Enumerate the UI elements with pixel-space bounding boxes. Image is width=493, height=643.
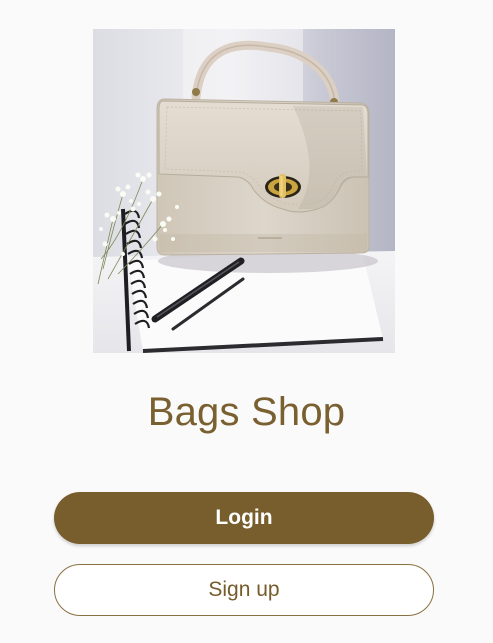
hero-image-handbag — [93, 29, 395, 353]
login-button[interactable]: Login — [54, 492, 434, 544]
signup-button[interactable]: Sign up — [54, 564, 434, 616]
app-title: Bags Shop — [147, 390, 346, 434]
